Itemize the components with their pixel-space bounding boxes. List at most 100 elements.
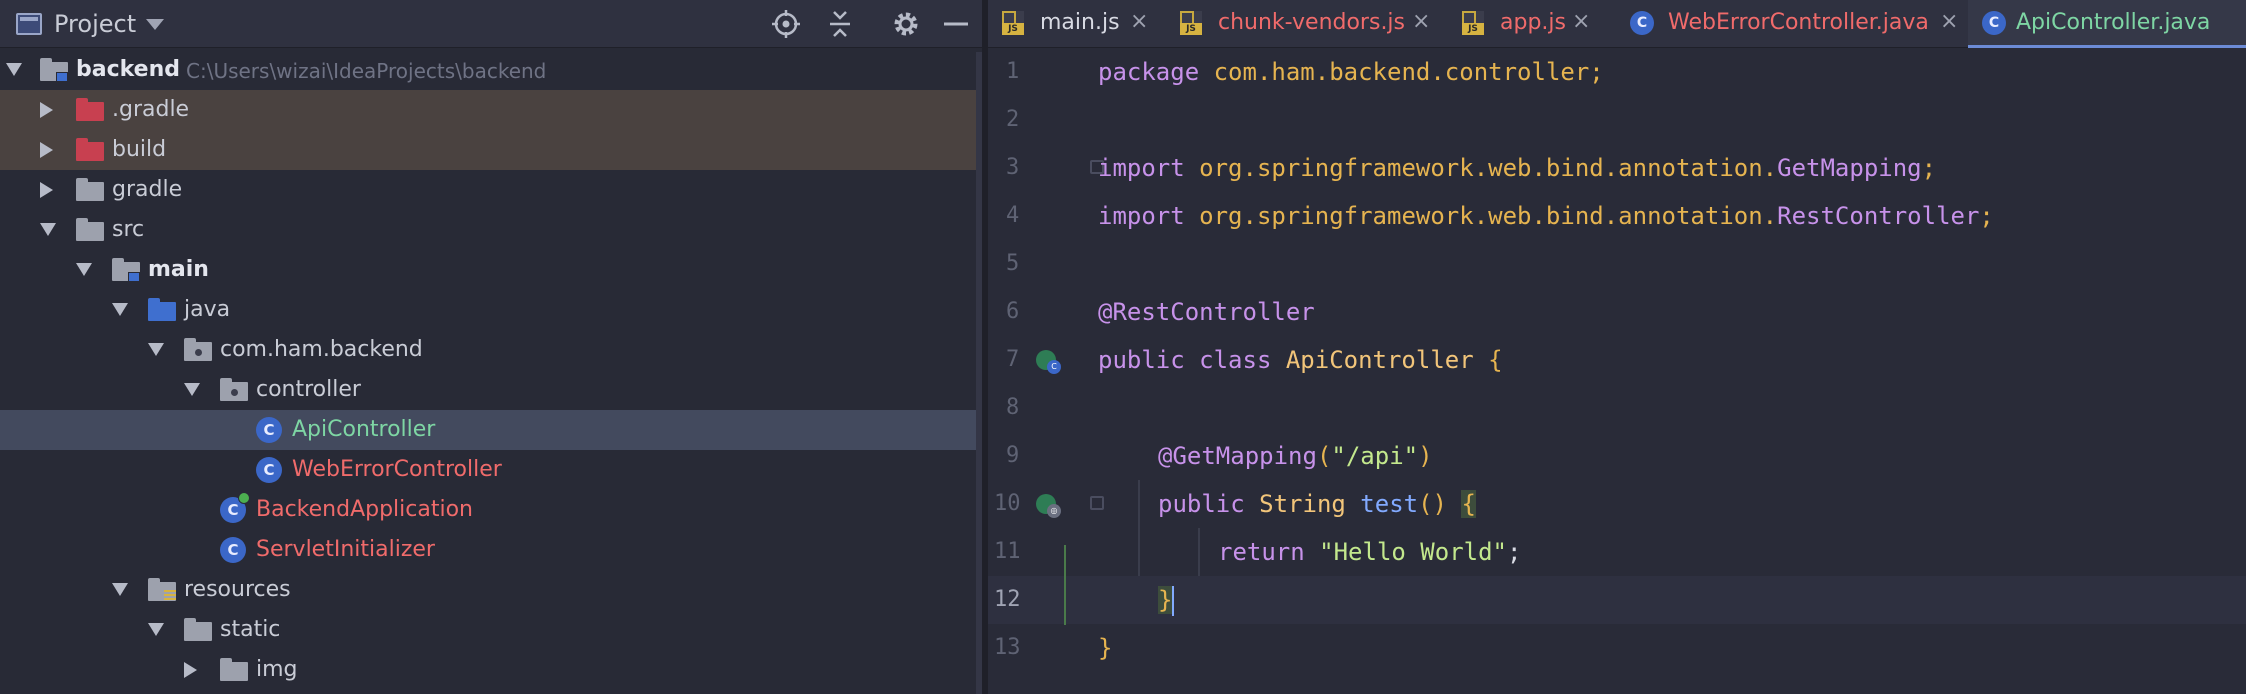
line-number: 8	[1006, 395, 1020, 420]
tree-row-build[interactable]: build	[0, 130, 982, 170]
expand-arrow-icon[interactable]	[76, 263, 92, 276]
line-number: 4	[1006, 203, 1020, 228]
tree-label: ServletInitializer	[256, 537, 435, 562]
tree-row-java[interactable]: java	[0, 290, 982, 330]
expand-arrow-icon[interactable]	[112, 583, 128, 596]
code-line-10: public String test() {	[1158, 490, 1476, 518]
package-icon	[220, 378, 250, 402]
expand-arrow-icon[interactable]	[40, 182, 53, 198]
expand-arrow-icon[interactable]	[148, 343, 164, 356]
tree-label: BackendApplication	[256, 497, 473, 522]
expand-arrow-icon[interactable]	[148, 623, 164, 636]
tree-label: java	[184, 297, 231, 322]
folder-icon	[184, 618, 214, 642]
class-icon: C	[220, 537, 246, 563]
excluded-folder-icon	[76, 138, 106, 162]
tab-label: ApiController.java	[2016, 10, 2211, 35]
tree-row-src[interactable]: src	[0, 210, 982, 250]
line-number: 7	[1006, 347, 1020, 372]
tree-row-gradle[interactable]: gradle	[0, 170, 982, 210]
code-line-4: import org.springframework.web.bind.anno…	[1098, 202, 1994, 230]
code-line-6: @RestController	[1098, 298, 1315, 326]
project-path: C:\Users\wizai\IdeaProjects\backend	[186, 59, 547, 83]
tab-app-js[interactable]: JS app.js ×	[1448, 0, 1616, 48]
tree-row-backendapplication[interactable]: C BackendApplication	[0, 490, 982, 530]
tree-row-gradle-cache[interactable]: .gradle	[0, 90, 982, 130]
chevron-down-icon[interactable]	[146, 19, 164, 30]
tab-chunk-vendors-js[interactable]: JS chunk-vendors.js ×	[1166, 0, 1448, 48]
class-icon: C	[1982, 11, 2006, 35]
code-line-12: }	[1080, 576, 2246, 624]
tab-label: main.js	[1040, 10, 1120, 35]
expand-arrow-icon[interactable]	[40, 223, 56, 236]
expand-arrow-icon[interactable]	[112, 303, 128, 316]
tree-label: .gradle	[112, 97, 190, 122]
collapse-all-icon[interactable]	[824, 8, 856, 40]
tree-row-backend[interactable]: backend C:\Users\wizai\IdeaProjects\back…	[0, 50, 982, 90]
tree-row-main[interactable]: main	[0, 250, 982, 290]
tab-weberrorcontroller-java[interactable]: C WebErrorController.java ×	[1616, 0, 1970, 48]
tree-label: gradle	[112, 177, 183, 202]
close-icon[interactable]: ×	[1412, 9, 1430, 34]
expand-arrow-icon[interactable]	[6, 63, 22, 76]
code-area[interactable]: package com.ham.backend.controller; impo…	[1080, 48, 2246, 694]
folder-icon	[76, 178, 106, 202]
close-icon[interactable]: ×	[1130, 9, 1148, 34]
tree-row-img[interactable]: img	[0, 650, 982, 690]
class-icon: C	[256, 417, 282, 443]
line-number: 11	[994, 539, 1021, 564]
tree-row-resources[interactable]: resources	[0, 570, 982, 610]
excluded-folder-icon	[76, 98, 106, 122]
resources-folder-icon	[148, 578, 178, 602]
project-title[interactable]: Project	[54, 10, 136, 38]
tab-main-js[interactable]: JS main.js ×	[988, 0, 1166, 48]
close-icon[interactable]: ×	[1572, 9, 1590, 34]
line-number: 5	[1006, 251, 1020, 276]
line-number: 9	[1006, 443, 1020, 468]
expand-arrow-icon[interactable]	[40, 102, 53, 118]
tree-label: com.ham.backend	[220, 337, 423, 362]
line-number: 13	[994, 635, 1021, 660]
spring-bean-gutter-icon[interactable]: C	[1036, 350, 1061, 374]
tree-row-servletinitializer[interactable]: C ServletInitializer	[0, 530, 982, 570]
locate-icon[interactable]	[770, 8, 802, 40]
code-line-1: package com.ham.backend.controller;	[1098, 58, 1604, 86]
code-line-13: }	[1098, 634, 1113, 662]
code-line-9: @GetMapping("/api")	[1158, 442, 1433, 470]
code-editor: JS main.js × JS chunk-vendors.js × JS ap…	[988, 0, 2246, 694]
minimize-icon[interactable]	[940, 8, 972, 40]
line-number: 12	[994, 587, 1021, 612]
tree-label: controller	[256, 377, 361, 402]
tree-label: build	[112, 137, 167, 162]
gear-icon[interactable]	[890, 8, 922, 40]
tree-label: src	[112, 217, 145, 242]
spring-mapping-gutter-icon[interactable]: ◎	[1036, 494, 1061, 518]
expand-arrow-icon[interactable]	[184, 662, 197, 678]
indent-guide	[1198, 528, 1200, 576]
tab-apicontroller-java[interactable]: C ApiController.java	[1968, 0, 2246, 48]
close-icon[interactable]: ×	[1940, 9, 1958, 34]
tree-label: ApiController	[292, 417, 436, 442]
expand-arrow-icon[interactable]	[184, 383, 200, 396]
project-tool-window: Project backend C:\Users\wizai\IdeaProje…	[0, 0, 982, 694]
tree-label: resources	[184, 577, 291, 602]
tree-label: backend	[76, 57, 181, 82]
tree-row-static[interactable]: static	[0, 610, 982, 650]
line-number: 1	[1006, 59, 1020, 84]
change-marker	[1064, 545, 1066, 625]
expand-arrow-icon[interactable]	[40, 142, 53, 158]
tree-label: main	[148, 257, 209, 282]
tab-label: app.js	[1500, 10, 1566, 35]
editor-tab-bar: JS main.js × JS chunk-vendors.js × JS ap…	[988, 0, 2246, 48]
project-header: Project	[0, 0, 982, 48]
js-file-icon: JS	[1002, 11, 1024, 35]
tree-row-package-controller[interactable]: controller	[0, 370, 982, 410]
tree-row-package-backend[interactable]: com.ham.backend	[0, 330, 982, 370]
indent-guide	[1138, 480, 1140, 576]
folder-icon	[220, 658, 250, 682]
tree-row-weberrorcontroller[interactable]: C WebErrorController	[0, 450, 982, 490]
tree-row-apicontroller[interactable]: C ApiController	[0, 410, 982, 450]
project-window-icon	[16, 13, 42, 35]
code-line-3: import org.springframework.web.bind.anno…	[1098, 154, 1937, 182]
class-icon: C	[1630, 11, 1654, 35]
